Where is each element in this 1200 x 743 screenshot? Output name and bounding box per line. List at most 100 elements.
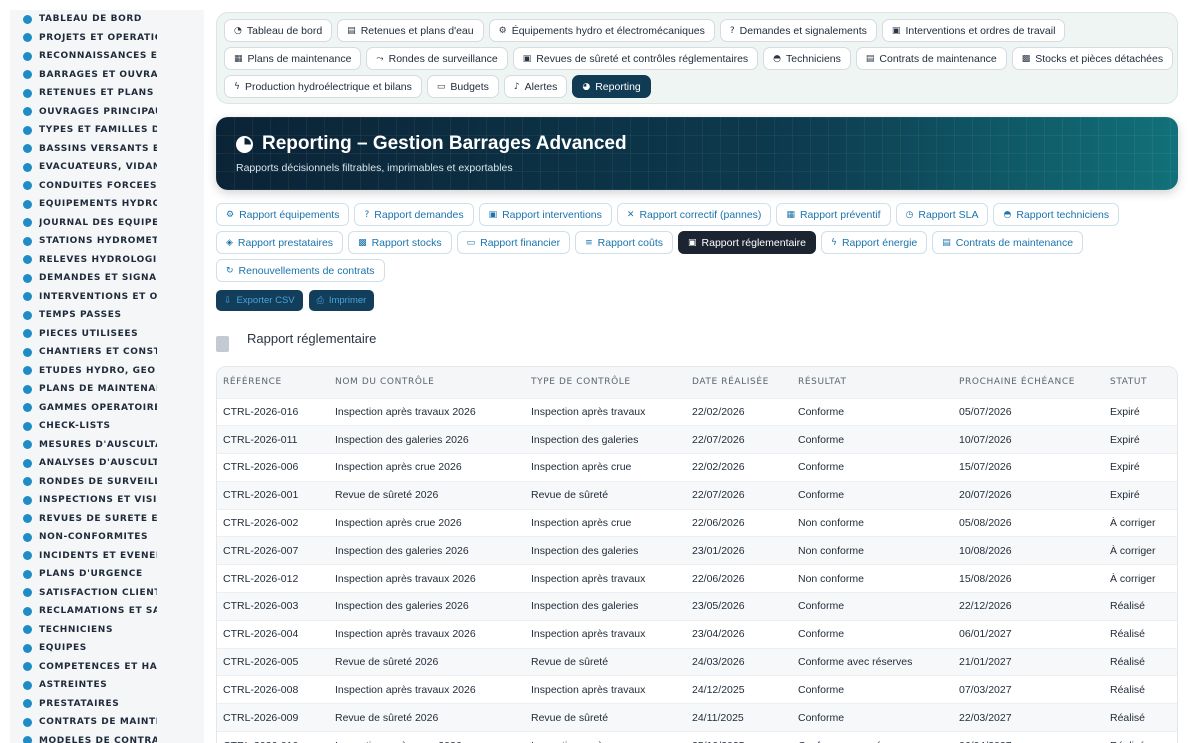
report-button-rapport-sla[interactable]: ◷ Rapport SLA	[895, 203, 989, 226]
sidebar-item-non-conformites[interactable]: NON-CONFORMITÉS	[10, 528, 204, 547]
sidebar-item-equipes[interactable]: ÉQUIPES	[10, 639, 204, 658]
export-csv-button[interactable]: ⇩ Exporter CSV	[216, 290, 303, 311]
sidebar-item-bassins-versants-et-affluents[interactable]: BASSINS VERSANTS ET AFFLUENTS	[10, 140, 204, 159]
sidebar-item-plans-d-urgence[interactable]: PLANS D'URGENCE	[10, 565, 204, 584]
report-button-rapport-financier[interactable]: ▭ Rapport financier	[456, 231, 571, 254]
sidebar-item-ouvrages-principaux[interactable]: OUVRAGES PRINCIPAUX	[10, 103, 204, 122]
report-button-rapport-preventif[interactable]: ▦ Rapport préventif	[776, 203, 891, 226]
sidebar-item-check-lists[interactable]: CHECK-LISTS	[10, 417, 204, 436]
nav-tab-production-hydroelectrique-et-bilans[interactable]: ϟ Production hydroélectrique et bilans	[224, 75, 422, 98]
nav-tab-stocks-et-pieces-detachees[interactable]: ▩ Stocks et pièces détachées	[1011, 47, 1174, 70]
report-button-rapport-techniciens[interactable]: ◓ Rapport techniciens	[993, 203, 1120, 226]
nav-tab-reporting[interactable]: ◕ Reporting	[572, 75, 651, 98]
sidebar-item-contrats-de-maintenance[interactable]: CONTRATS DE MAINTENANCE	[10, 713, 204, 732]
report-button-rapport-equipements[interactable]: ⚙ Rapport équipements	[216, 203, 350, 226]
table-row[interactable]: CTRL-2026-009 Revue de sûreté 2026 Revue d…	[217, 703, 1177, 732]
table-row[interactable]: CTRL-2026-011 Inspection des galeries 202…	[217, 425, 1177, 454]
sidebar-item-retenues-et-plans-d-eau[interactable]: RETENUES ET PLANS D'EAU	[10, 84, 204, 103]
report-button-rapport-stocks[interactable]: ▩ Rapport stocks	[348, 231, 452, 254]
table-row[interactable]: CTRL-2026-007 Inspection des galeries 202…	[217, 536, 1177, 565]
sidebar-item-rondes-de-surveillance[interactable]: RONDES DE SURVEILLANCE	[10, 473, 204, 492]
report-button-label: Rapport préventif	[799, 208, 881, 221]
table-row[interactable]: CTRL-2026-016 Inspection après travaux 20…	[217, 397, 1177, 426]
column-header-reference[interactable]: RÉFÉRENCE	[217, 367, 329, 398]
column-header-date-realisee[interactable]: DATE RÉALISÉE	[686, 367, 792, 398]
column-header-statut[interactable]: STATUT	[1104, 367, 1177, 398]
sidebar-item-evacuateurs-vidanges[interactable]: ÉVACUATEURS, VIDANGES	[10, 158, 204, 177]
table-cell: Conforme	[792, 619, 953, 649]
sidebar-item-mesures-d-auscultation[interactable]: MESURES D'AUSCULTATION	[10, 436, 204, 455]
nav-tab-equipements-hydro-et-electromecaniques[interactable]: ⚙ Équipements hydro et électromécaniques	[488, 19, 715, 42]
table-row[interactable]: CTRL-2026-005 Revue de sûreté 2026 Revue d…	[217, 647, 1177, 676]
nav-tab-tableau-de-bord[interactable]: ◔ Tableau de bord	[224, 19, 333, 42]
sidebar-item-label: INSPECTIONS ET VISITES	[39, 495, 157, 506]
sidebar-item-reconnaissances-et-visites[interactable]: RECONNAISSANCES ET VISITES	[10, 47, 204, 66]
column-header-nom-du-controle[interactable]: NOM DU CONTRÔLE	[329, 367, 525, 398]
sidebar-item-plans-de-maintenance[interactable]: PLANS DE MAINTENANCE	[10, 380, 204, 399]
report-button-rapport-correctif-pannes[interactable]: ✕ Rapport correctif (pannes)	[616, 203, 772, 226]
sidebar-item-tableau-de-bord[interactable]: TABLEAU DE BORD	[10, 10, 204, 29]
nav-tab-budgets[interactable]: ▭ Budgets	[426, 75, 499, 98]
sidebar-item-interventions-et-ordres[interactable]: INTERVENTIONS ET ORDRES	[10, 288, 204, 307]
sidebar-item-equipements-hydro-et-electro[interactable]: ÉQUIPEMENTS HYDRO ET ÉLECTRO	[10, 195, 204, 214]
table-row[interactable]: CTRL-2026-012 Inspection après travaux 20…	[217, 564, 1177, 593]
report-button-rapport-prestataires[interactable]: ◈ Rapport prestataires	[216, 231, 344, 254]
nav-tab-retenues-et-plans-d-eau[interactable]: ▤ Retenues et plans d'eau	[337, 19, 484, 42]
table-row[interactable]: CTRL-2026-002 Inspection après crue 2026 I…	[217, 508, 1177, 537]
table-row[interactable]: CTRL-2026-004 Inspection après travaux 20…	[217, 619, 1177, 649]
sidebar-item-label: RECONNAISSANCES ET VISITES	[39, 51, 157, 62]
sidebar-item-inspections-et-visites[interactable]: INSPECTIONS ET VISITES	[10, 491, 204, 510]
nav-tab-techniciens[interactable]: ◓ Techniciens	[763, 47, 851, 70]
nav-tab-contrats-de-maintenance[interactable]: ▤ Contrats de maintenance	[855, 47, 1007, 70]
table-row[interactable]: CTRL-2026-008 Inspection après travaux 20…	[217, 675, 1177, 704]
nav-tab-revues-de-surete-et-controles-reglementaires[interactable]: ▣ Revues de sûreté et contrôles réglement…	[512, 47, 759, 70]
sidebar-item-competences-et-habilitations[interactable]: COMPÉTENCES ET HABILITATIONS	[10, 658, 204, 677]
sidebar-item-barrages-et-ouvrages[interactable]: BARRAGES ET OUVRAGES	[10, 66, 204, 85]
sidebar-item-journal-des-equipements[interactable]: JOURNAL DES ÉQUIPEMENTS	[10, 214, 204, 233]
table-row[interactable]: CTRL-2026-001 Revue de sûreté 2026 Revue d…	[217, 480, 1177, 510]
sidebar-item-analyses-d-auscultation[interactable]: ANALYSES D'AUSCULTATION	[10, 454, 204, 473]
sidebar-item-conduites-forcees-et-galeries[interactable]: CONDUITES FORCÉES ET GALERIES	[10, 177, 204, 196]
table-row[interactable]: CTRL-2026-010Inspection après crue 2026I…	[217, 731, 1177, 743]
sidebar-item-types-et-familles-d-ouvrages[interactable]: TYPES ET FAMILLES D'OUVRAGES	[10, 121, 204, 140]
column-header-resultat[interactable]: RÉSULTAT	[792, 367, 953, 398]
nav-tab-alertes[interactable]: ♪ Alertes	[503, 75, 568, 98]
report-button-rapport-demandes[interactable]: ? Rapport demandes	[354, 203, 474, 226]
report-button-rapport-reglementaire[interactable]: ▣ Rapport réglementaire	[678, 231, 817, 254]
sidebar-item-prestataires[interactable]: PRESTATAIRES	[10, 695, 204, 714]
sidebar-item-modeles-de-contrats[interactable]: MODÈLES DE CONTRATS	[10, 732, 204, 743]
hard-hat-icon: ◓	[1003, 209, 1012, 220]
sidebar-item-astreintes[interactable]: ASTREINTES	[10, 676, 204, 695]
report-button-renouvellements-de-contrats[interactable]: ↻ Renouvellements de contrats	[216, 259, 385, 282]
nav-tab-demandes-et-signalements[interactable]: ? Demandes et signalements	[719, 19, 877, 42]
sidebar-item-demandes-et-signalements[interactable]: DEMANDES ET SIGNALEMENTS	[10, 269, 204, 288]
column-header-type-de-controle[interactable]: TYPE DE CONTRÔLE	[525, 367, 686, 398]
sidebar-item-stations-hydrometriques[interactable]: STATIONS HYDROMÉTRIQUES	[10, 232, 204, 251]
sidebar-item-revues-de-surete-et-controles[interactable]: REVUES DE SÛRETÉ ET CONTRÔLES	[10, 510, 204, 529]
nav-tab-plans-de-maintenance[interactable]: ▦ Plans de maintenance	[224, 47, 362, 70]
report-button-rapport-energie[interactable]: ϟ Rapport énergie	[821, 231, 928, 254]
sidebar-item-pieces-utilisees[interactable]: PIÈCES UTILISÉES	[10, 325, 204, 344]
sidebar-item-temps-passes[interactable]: TEMPS PASSÉS	[10, 306, 204, 325]
sidebar-item-etudes-hydro-geo-et-structure[interactable]: ÉTUDES HYDRO, GÉO ET STRUCTURE	[10, 362, 204, 381]
nav-tab-rondes-de-surveillance[interactable]: ⤳ Rondes de surveillance	[366, 47, 508, 70]
table-cell: Inspection après travaux 2026	[329, 397, 525, 426]
sidebar-item-incidents-et-evenements[interactable]: INCIDENTS ET ÉVÉNEMENTS	[10, 547, 204, 566]
sidebar-item-projets-et-operations[interactable]: PROJETS ET OPÉRATIONS	[10, 29, 204, 48]
sidebar-item-icon	[23, 662, 32, 672]
sidebar-item-reclamations-et-sav[interactable]: RÉCLAMATIONS ET SAV	[10, 602, 204, 621]
sidebar-item-releves-hydrologiques[interactable]: RELEVÉS HYDROLOGIQUES	[10, 251, 204, 270]
nav-tab-interventions-et-ordres-de-travail[interactable]: ▣ Interventions et ordres de travail	[881, 19, 1066, 42]
sidebar-item-gammes-operatoires[interactable]: GAMMES OPÉRATOIRES	[10, 399, 204, 418]
sidebar-item-satisfaction-client[interactable]: SATISFACTION CLIENT	[10, 584, 204, 603]
sidebar-item-techniciens[interactable]: TECHNICIENS	[10, 621, 204, 640]
report-button-rapport-interventions[interactable]: ▣ Rapport interventions	[478, 203, 612, 226]
column-header-prochaine-echeance[interactable]: PROCHAINE ÉCHÉANCE	[953, 367, 1104, 398]
report-button-rapport-couts[interactable]: ≡ Rapport coûts	[575, 231, 674, 254]
print-button[interactable]: ⎙ Imprimer	[308, 290, 375, 311]
table-row[interactable]: CTRL-2026-003 Inspection des galeries 202…	[217, 592, 1177, 621]
report-button-contrats-de-maintenance[interactable]: ▤ Contrats de maintenance	[932, 231, 1084, 254]
sidebar-item-label: DEMANDES ET SIGNALEMENTS	[39, 273, 157, 284]
table-row[interactable]: CTRL-2026-006 Inspection après crue 2026 I…	[217, 453, 1177, 482]
sidebar-item-chantiers-et-constructions[interactable]: CHANTIERS ET CONSTRUCTIONS	[10, 343, 204, 362]
